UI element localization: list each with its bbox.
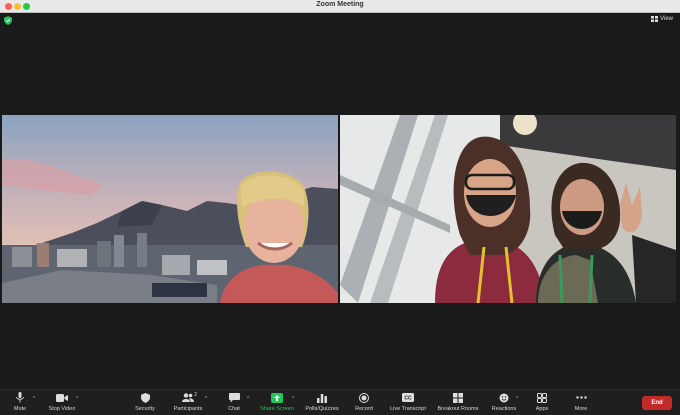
participants-label: Participants xyxy=(173,406,203,412)
grid-icon xyxy=(453,392,463,403)
meeting-toolbar: Mute ^ Stop Video ^ Security 2 Participa… xyxy=(0,389,680,415)
live-transcript-label: Live Transcript xyxy=(390,406,426,412)
security-label: Security xyxy=(135,406,155,412)
participant-video-tile-2[interactable] xyxy=(340,115,676,303)
video-options-caret[interactable]: ^ xyxy=(76,396,78,402)
shield-icon[interactable] xyxy=(4,16,12,25)
meeting-area: View xyxy=(0,13,680,389)
title-bar: Zoom Meeting xyxy=(0,0,680,13)
video-camera-icon xyxy=(56,393,68,402)
smile-icon xyxy=(499,393,509,402)
share-arrow-icon xyxy=(271,392,283,403)
apps-icon xyxy=(537,392,547,403)
window-title: Zoom Meeting xyxy=(316,1,364,8)
reactions-label: Reactions xyxy=(491,406,517,412)
grid-icon xyxy=(651,16,659,22)
stop-video-label: Stop Video xyxy=(48,406,76,412)
participant-video-tile-1[interactable] xyxy=(2,115,338,303)
mute-options-caret[interactable]: ^ xyxy=(33,396,35,402)
stop-video-button[interactable]: Stop Video xyxy=(36,392,88,412)
live-transcript-button[interactable]: CC Live Transcript xyxy=(382,392,434,412)
participants-button[interactable]: 2 Participants xyxy=(162,392,214,412)
record-icon xyxy=(359,392,369,403)
bar-chart-icon xyxy=(317,393,327,403)
ellipsis-icon xyxy=(575,396,587,399)
end-meeting-button[interactable]: End xyxy=(642,396,672,410)
polls-label: Polls/Quizzes xyxy=(305,406,339,412)
chat-options-caret[interactable]: ^ xyxy=(247,396,249,402)
cc-icon: CC xyxy=(402,393,414,402)
apps-label: Apps xyxy=(535,406,549,412)
breakout-rooms-label: Breakout Rooms xyxy=(437,406,479,412)
chat-label: Chat xyxy=(228,406,240,412)
people-icon xyxy=(182,393,194,402)
share-options-caret[interactable]: ^ xyxy=(292,396,294,402)
breakout-rooms-button[interactable]: Breakout Rooms xyxy=(432,392,484,412)
view-button[interactable]: View xyxy=(651,16,673,22)
zoom-window: Zoom Meeting View Mute ^ Stop Video ^ Se… xyxy=(0,0,680,415)
participant-video-1 xyxy=(2,115,338,303)
more-label: More xyxy=(574,406,588,412)
svg-text:CC: CC xyxy=(404,396,412,402)
shield-icon xyxy=(140,392,150,403)
view-label: View xyxy=(660,16,673,22)
chat-bubble-icon xyxy=(228,392,240,402)
participants-options-caret[interactable]: ^ xyxy=(205,396,207,402)
mute-label: Mute xyxy=(13,406,27,412)
share-screen-label: Share Screen xyxy=(260,406,294,412)
participant-video-2 xyxy=(340,115,676,303)
participants-count: 2 xyxy=(194,392,197,398)
microphone-icon xyxy=(16,392,24,403)
record-label: Record xyxy=(355,406,373,412)
more-button[interactable]: More xyxy=(555,392,607,412)
